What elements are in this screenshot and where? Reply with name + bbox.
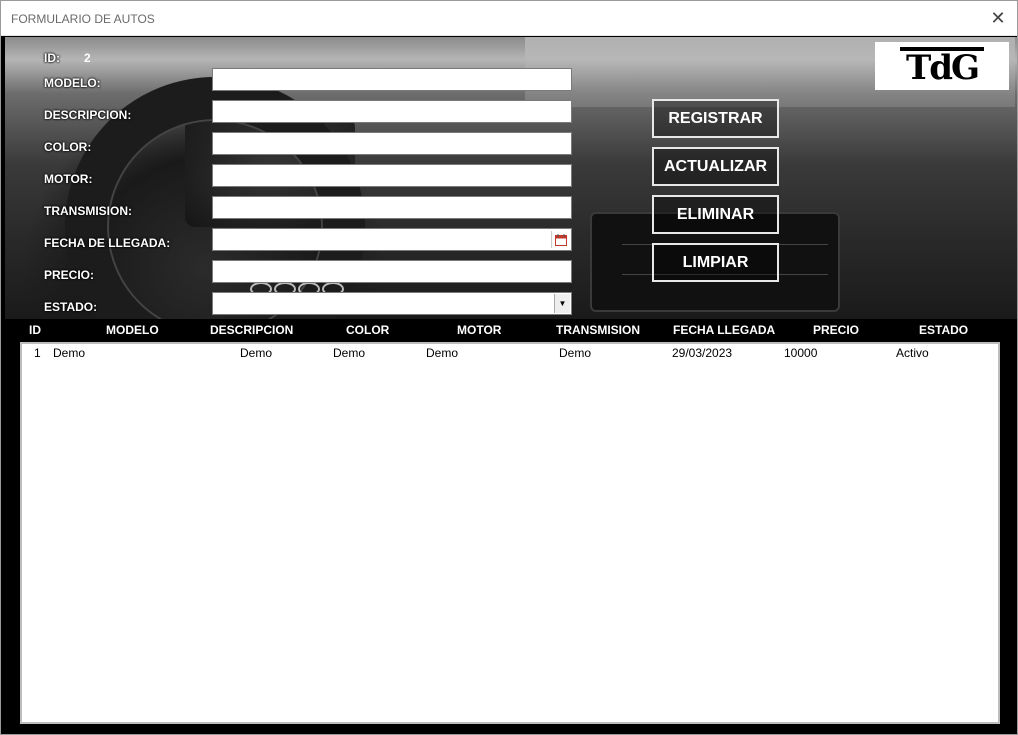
precio-label: PRECIO:	[44, 268, 95, 282]
fecha-llegada-datepicker[interactable]	[212, 228, 572, 251]
close-button[interactable]: ✕	[979, 1, 1017, 36]
eliminar-button[interactable]: ELIMINAR	[652, 195, 779, 234]
limpiar-button[interactable]: LIMPIAR	[652, 243, 779, 282]
calendar-icon[interactable]	[551, 231, 569, 248]
title-bar: FORMULARIO DE AUTOS ✕	[1, 1, 1017, 36]
column-header-precio[interactable]: PRECIO	[813, 323, 859, 337]
column-header-color[interactable]: COLOR	[346, 323, 389, 337]
precio-input[interactable]	[212, 260, 572, 283]
color-label: COLOR:	[44, 140, 92, 154]
id-label: ID:	[44, 51, 60, 65]
cell-color: Demo	[333, 346, 366, 360]
id-value: 2	[84, 51, 91, 65]
transmision-label: TRANSMISION:	[44, 204, 132, 218]
column-header-id[interactable]: ID	[29, 323, 41, 337]
logo-text: TdG	[899, 47, 985, 85]
column-header-fecha-llegada[interactable]: FECHA LLEGADA	[673, 323, 775, 337]
cell-id: 1	[34, 346, 41, 360]
column-header-motor[interactable]: MOTOR	[457, 323, 501, 337]
close-icon: ✕	[990, 8, 1006, 28]
descripcion-label: DESCRIPCION:	[44, 108, 132, 122]
autos-table[interactable]: 1 Demo Demo Demo Demo Demo 29/03/2023 10…	[20, 342, 1000, 724]
column-header-descripcion[interactable]: DESCRIPCION	[210, 323, 293, 337]
column-header-modelo[interactable]: MODELO	[106, 323, 159, 337]
table-header: ID MODELO DESCRIPCION COLOR MOTOR TRANSM…	[1, 323, 1017, 339]
window-title: FORMULARIO DE AUTOS	[11, 12, 155, 26]
column-header-transmision[interactable]: TRANSMISION	[556, 323, 640, 337]
descripcion-input[interactable]	[212, 100, 572, 123]
cell-estado: Activo	[896, 346, 929, 360]
cell-fecha-llegada: 29/03/2023	[672, 346, 733, 360]
motor-input[interactable]	[212, 164, 572, 187]
cell-modelo: Demo	[53, 346, 86, 360]
color-input[interactable]	[212, 132, 572, 155]
transmision-input[interactable]	[212, 196, 572, 219]
column-header-estado[interactable]: ESTADO	[919, 323, 968, 337]
motor-label: MOTOR:	[44, 172, 93, 186]
modelo-input[interactable]	[212, 68, 572, 91]
table-row[interactable]: 1 Demo Demo Demo Demo Demo 29/03/2023 10…	[22, 345, 998, 361]
estado-select[interactable]: ▼	[212, 292, 572, 315]
cell-motor: Demo	[426, 346, 459, 360]
actualizar-button[interactable]: ACTUALIZAR	[652, 147, 779, 186]
chevron-down-icon[interactable]: ▼	[554, 294, 570, 313]
cell-descripcion: Demo	[240, 346, 273, 360]
fecha-llegada-label: FECHA DE LLEGADA:	[44, 236, 171, 250]
estado-label: ESTADO:	[44, 300, 98, 314]
cell-precio: 10000	[784, 346, 818, 360]
company-logo: TdG	[875, 42, 1009, 90]
app-window: FORMULARIO DE AUTOS ✕ TdG ID: 2 MODELO: …	[0, 0, 1018, 735]
cell-transmision: Demo	[559, 346, 592, 360]
registrar-button[interactable]: REGISTRAR	[652, 99, 779, 138]
modelo-label: MODELO:	[44, 76, 101, 90]
